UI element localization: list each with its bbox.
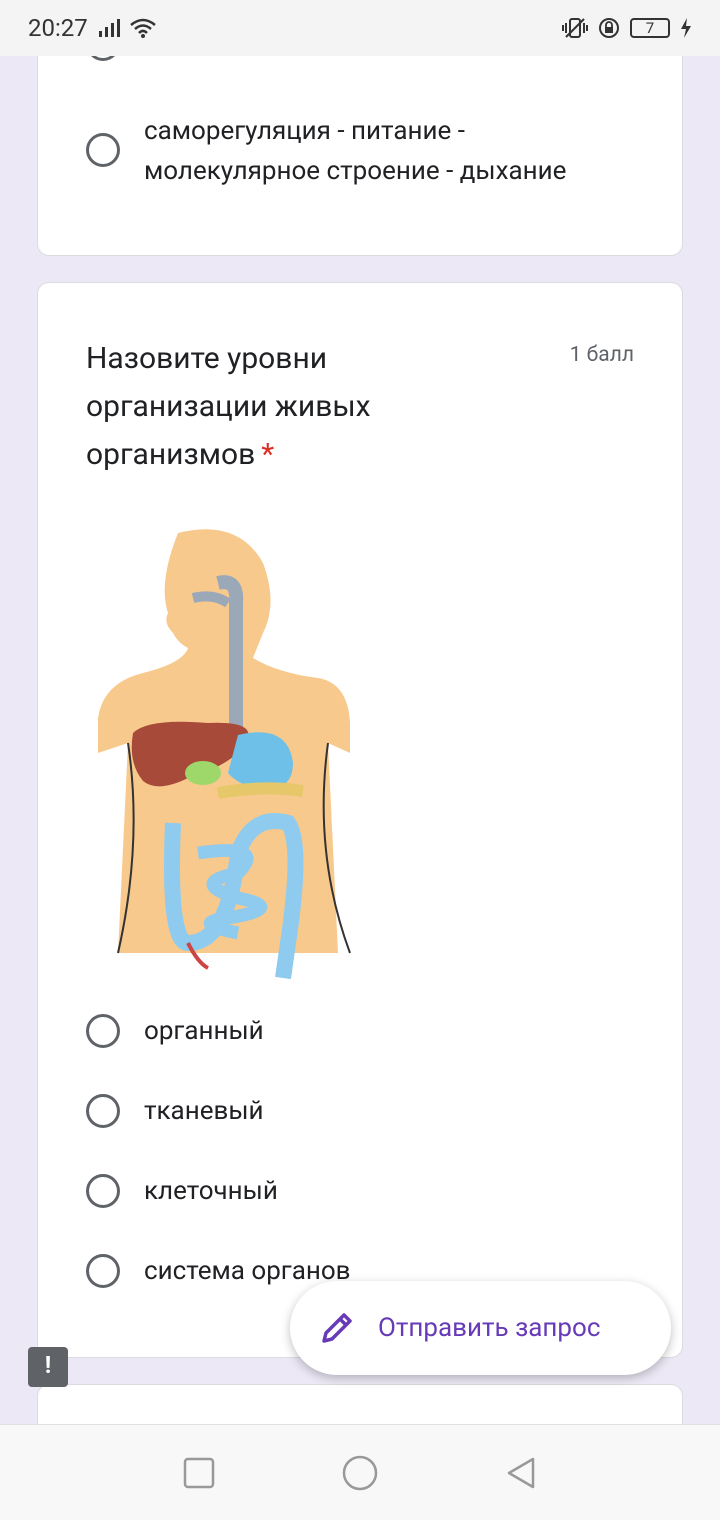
option-organ[interactable]: органный <box>86 1011 264 1051</box>
question-title: Назовите уровни организации живых органи… <box>86 335 426 479</box>
submit-button[interactable]: Отправить запрос <box>290 1281 671 1375</box>
charging-icon <box>681 18 691 38</box>
required-asterisk: * <box>261 437 275 472</box>
exclamation-icon: ! <box>44 1351 52 1379</box>
battery-icon: 7 <box>630 18 670 38</box>
option-label: тканевый <box>144 1096 264 1126</box>
radio-button[interactable] <box>86 1094 120 1128</box>
radio-button[interactable] <box>86 1254 120 1288</box>
triangle-icon[interactable] <box>505 1456 537 1490</box>
status-time: 20:27 <box>28 14 88 42</box>
option-tissue[interactable]: тканевый <box>86 1091 264 1131</box>
option-cellular[interactable]: клеточный <box>86 1171 278 1211</box>
option-label: клеточный <box>144 1176 278 1206</box>
vibrate-icon <box>562 18 588 38</box>
radio-button[interactable] <box>86 1174 120 1208</box>
battery-level: 7 <box>645 19 655 37</box>
digestive-system-image <box>98 529 351 980</box>
question-points: 1 балл <box>569 343 634 367</box>
feedback-button[interactable]: ! <box>28 1347 68 1387</box>
wifi-icon <box>129 18 156 38</box>
rotation-lock-icon <box>599 18 619 38</box>
signal-icon <box>98 19 120 37</box>
question-card: Назовите уровни организации живых органи… <box>37 282 683 1358</box>
radio-button[interactable] <box>86 133 120 167</box>
option-organ-system[interactable]: система органов <box>86 1251 351 1291</box>
option-self-regulation[interactable]: саморегуляция - питание - молекулярное с… <box>86 111 606 191</box>
navigation-bar <box>0 1424 720 1520</box>
status-bar: 20:27 7 <box>0 0 720 56</box>
submit-label: Отправить запрос <box>378 1313 601 1343</box>
option-label: саморегуляция - питание - молекулярное с… <box>144 116 567 186</box>
option-label: органный <box>144 1016 264 1046</box>
circle-icon[interactable] <box>341 1454 379 1492</box>
square-icon[interactable] <box>183 1457 215 1489</box>
radio-button[interactable] <box>86 1014 120 1048</box>
question-text: Назовите уровни организации живых органи… <box>86 341 371 472</box>
pencil-icon <box>322 1313 352 1343</box>
